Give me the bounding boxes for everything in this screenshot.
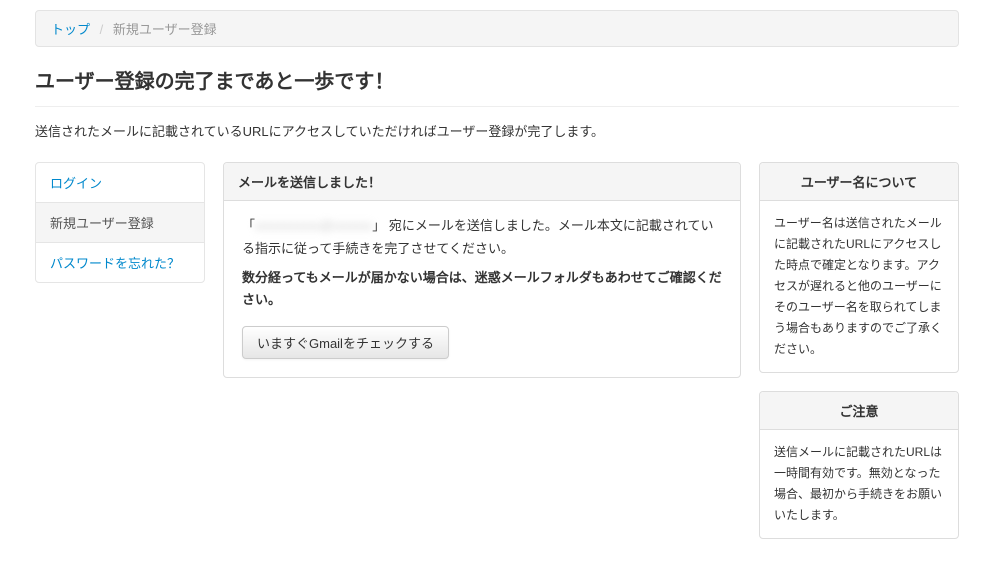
breadcrumb-current: 新規ユーザー登録 [113, 22, 217, 37]
main-panel-body: 「xxxxxxxxxx@xxxxxx」 宛にメールを送信しました。メール本文に記… [224, 201, 740, 377]
nav-link-register[interactable]: 新規ユーザー登録 [36, 203, 204, 242]
main-panel-heading: メールを送信しました！ [224, 163, 740, 201]
nav-item-login: ログイン [36, 163, 204, 203]
sent-message: 「xxxxxxxxxx@xxxxxx」 宛にメールを送信しました。メール本文に記… [242, 215, 722, 261]
nav-list: ログイン 新規ユーザー登録 パスワードを忘れた？ [35, 162, 205, 283]
page-title: ユーザー登録の完了まであと一歩です！ [35, 65, 959, 94]
nav-item-forgot: パスワードを忘れた？ [36, 243, 204, 282]
check-gmail-button[interactable]: いますぐGmailをチェックする [242, 326, 449, 359]
nav-item-register: 新規ユーザー登録 [36, 203, 204, 243]
username-panel: ユーザー名について ユーザー名は送信されたメールに記載されたURLにアクセスした… [759, 162, 959, 373]
caution-panel: ご注意 送信メールに記載されたURLは一時間有効です。無効となった場合、最初から… [759, 391, 959, 539]
sidebar-right: ユーザー名について ユーザー名は送信されたメールに記載されたURLにアクセスした… [759, 162, 959, 557]
breadcrumb-home-link[interactable]: トップ [51, 22, 90, 37]
main-panel: メールを送信しました！ 「xxxxxxxxxx@xxxxxx」 宛にメールを送信… [223, 162, 741, 378]
sent-prefix: 「 [242, 218, 255, 233]
username-panel-body: ユーザー名は送信されたメールに記載されたURLにアクセスした時点で確定となります… [760, 201, 958, 372]
divider [35, 106, 959, 107]
caution-panel-heading: ご注意 [760, 392, 958, 430]
masked-email: xxxxxxxxxx@xxxxxx [255, 215, 372, 238]
sidebar-left: ログイン 新規ユーザー登録 パスワードを忘れた？ [35, 162, 205, 557]
breadcrumb: トップ / 新規ユーザー登録 [35, 10, 959, 47]
main-content: メールを送信しました！ 「xxxxxxxxxx@xxxxxx」 宛にメールを送信… [223, 162, 741, 557]
nav-link-forgot[interactable]: パスワードを忘れた？ [36, 243, 204, 282]
lead-text: 送信されたメールに記載されているURLにアクセスしていただければユーザー登録が完… [35, 121, 959, 140]
username-panel-heading: ユーザー名について [760, 163, 958, 201]
caution-panel-body: 送信メールに記載されたURLは一時間有効です。無効となった場合、最初から手続きを… [760, 430, 958, 538]
warn-message: 数分経ってもメールが届かない場合は、迷惑メールフォルダもあわせてご確認ください。 [242, 267, 722, 313]
nav-link-login[interactable]: ログイン [36, 163, 204, 202]
breadcrumb-separator: / [100, 22, 104, 37]
